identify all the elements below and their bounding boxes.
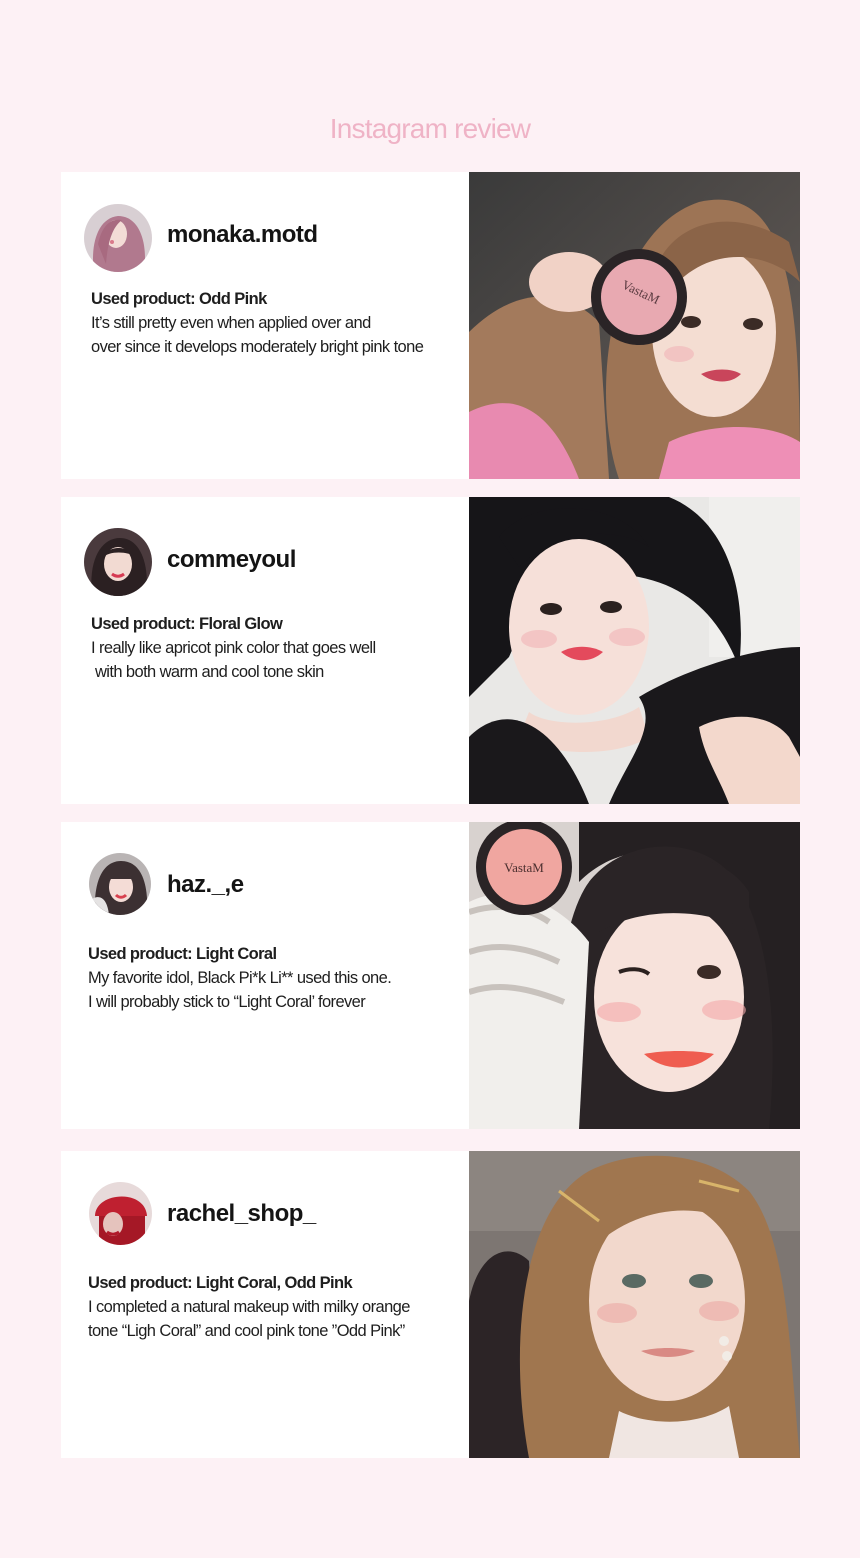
review-line: I completed a natural makeup with milky …: [88, 1298, 410, 1316]
used-product: Used product: Odd Pink: [91, 290, 267, 308]
username[interactable]: rachel_shop_: [167, 1200, 316, 1228]
username[interactable]: commeyoul: [167, 546, 296, 574]
review-card: haz._,e Used product: Light Coral My fav…: [61, 822, 800, 1129]
used-product: Used product: Floral Glow: [91, 615, 283, 633]
review-line: over since it develops moderately bright…: [91, 338, 424, 356]
compact-brand-text: VastaM: [504, 860, 544, 875]
review-line: I will probably stick to “Light Coral’ f…: [88, 993, 366, 1011]
review-card: monaka.motd Used product: Odd Pink It’s …: [61, 172, 800, 479]
review-card: rachel_shop_ Used product: Light Coral, …: [61, 1151, 800, 1458]
review-text: Used product: Floral Glow I really like …: [91, 612, 461, 684]
username[interactable]: haz._,e: [167, 871, 244, 899]
avatar[interactable]: [89, 853, 151, 915]
review-line: My favorite idol, Black Pi*k Li** used t…: [88, 969, 392, 987]
review-line: It’s still pretty even when applied over…: [91, 314, 371, 332]
used-product: Used product: Light Coral: [88, 945, 277, 963]
used-product: Used product: Light Coral, Odd Pink: [88, 1274, 353, 1292]
review-photo[interactable]: [469, 1151, 800, 1458]
review-line: with both warm and cool tone skin: [91, 663, 324, 681]
review-photo[interactable]: VastaM: [469, 172, 800, 479]
review-line: I really like apricot pink color that go…: [91, 639, 376, 657]
review-photo[interactable]: VastaM: [469, 822, 800, 1129]
avatar[interactable]: [84, 528, 152, 596]
review-card: commeyoul Used product: Floral Glow I re…: [61, 497, 800, 804]
review-line: tone “Ligh Coral” and cool pink tone ”Od…: [88, 1322, 405, 1340]
review-text: Used product: Light Coral, Odd Pink I co…: [88, 1271, 458, 1343]
review-photo[interactable]: [469, 497, 800, 804]
review-text: Used product: Light Coral My favorite id…: [88, 942, 458, 1014]
avatar[interactable]: [84, 204, 152, 272]
review-text: Used product: Odd Pink It’s still pretty…: [91, 287, 461, 359]
username[interactable]: monaka.motd: [167, 221, 318, 249]
page-title: Instagram review: [329, 113, 531, 144]
avatar[interactable]: [89, 1182, 152, 1245]
